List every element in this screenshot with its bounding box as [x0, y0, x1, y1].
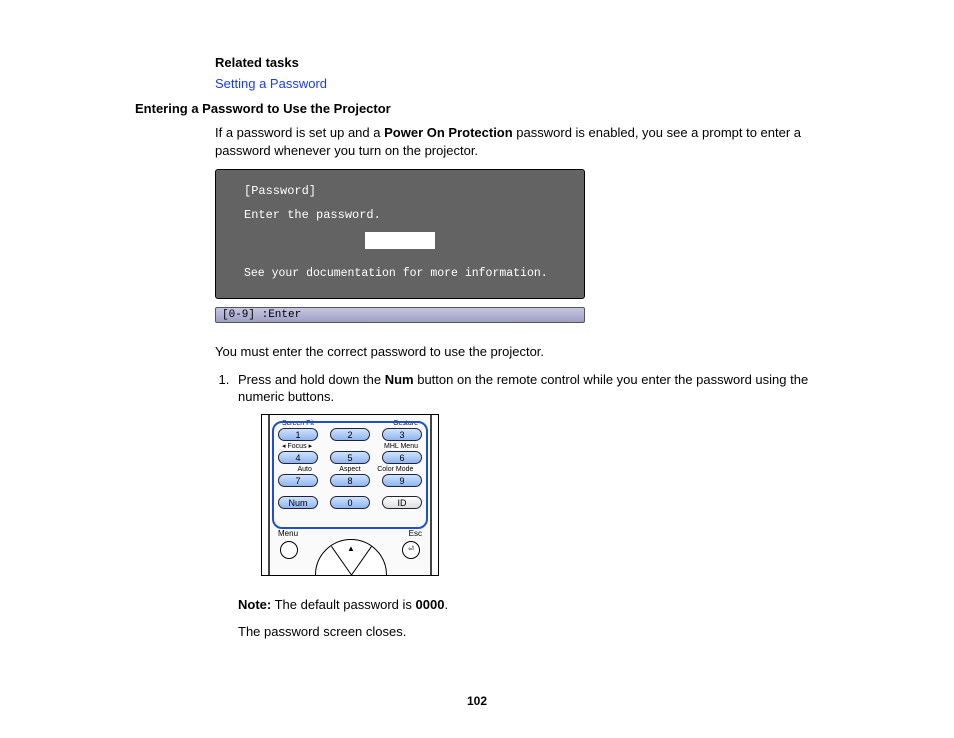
note-paragraph: Note: The default password is 0000.	[238, 596, 844, 614]
osd-prompt: Enter the password.	[244, 208, 556, 222]
related-tasks-heading: Related tasks	[215, 55, 844, 70]
note-post: .	[444, 597, 448, 612]
osd-title: [Password]	[244, 184, 556, 198]
remote-highlight-box	[272, 421, 428, 529]
label-esc: Esc	[409, 529, 422, 540]
bottom-labels: Menu Esc	[278, 529, 422, 540]
step1-pre: Press and hold down the	[238, 372, 385, 387]
label-menu: Menu	[278, 529, 298, 540]
dpad-icon	[315, 539, 387, 576]
after-screenshot-paragraph: You must enter the correct password to u…	[215, 343, 844, 361]
document-page: Related tasks Setting a Password Enterin…	[0, 0, 954, 738]
step-list: Press and hold down the Num button on th…	[215, 371, 844, 641]
osd-panel: [Password] Enter the password. See your …	[215, 169, 585, 299]
related-task-link[interactable]: Setting a Password	[215, 76, 844, 91]
intro-text-pre: If a password is set up and a	[215, 125, 384, 140]
section-heading: Entering a Password to Use the Projector	[135, 101, 844, 116]
note-pre: The default password is	[271, 597, 415, 612]
intro-paragraph: If a password is set up and a Power On P…	[215, 124, 844, 159]
menu-button-icon	[280, 541, 298, 559]
projector-osd-screenshot: [Password] Enter the password. See your …	[215, 169, 585, 323]
osd-footer-text: See your documentation for more informat…	[244, 267, 556, 280]
closing-paragraph: The password screen closes.	[238, 623, 844, 641]
remote-control-diagram: Screen Fit Gesture 1 2 3 Focus MHL Menu	[261, 414, 439, 576]
step-1: Press and hold down the Num button on th…	[233, 371, 844, 641]
step1-bold: Num	[385, 372, 414, 387]
note-label: Note:	[238, 597, 271, 612]
page-number: 102	[0, 694, 954, 708]
osd-password-field	[365, 232, 435, 249]
intro-text-bold: Power On Protection	[384, 125, 513, 140]
note-bold: 0000	[416, 597, 445, 612]
osd-statusbar: [0-9] :Enter	[215, 307, 585, 323]
esc-button-icon: ⏎	[402, 541, 420, 559]
